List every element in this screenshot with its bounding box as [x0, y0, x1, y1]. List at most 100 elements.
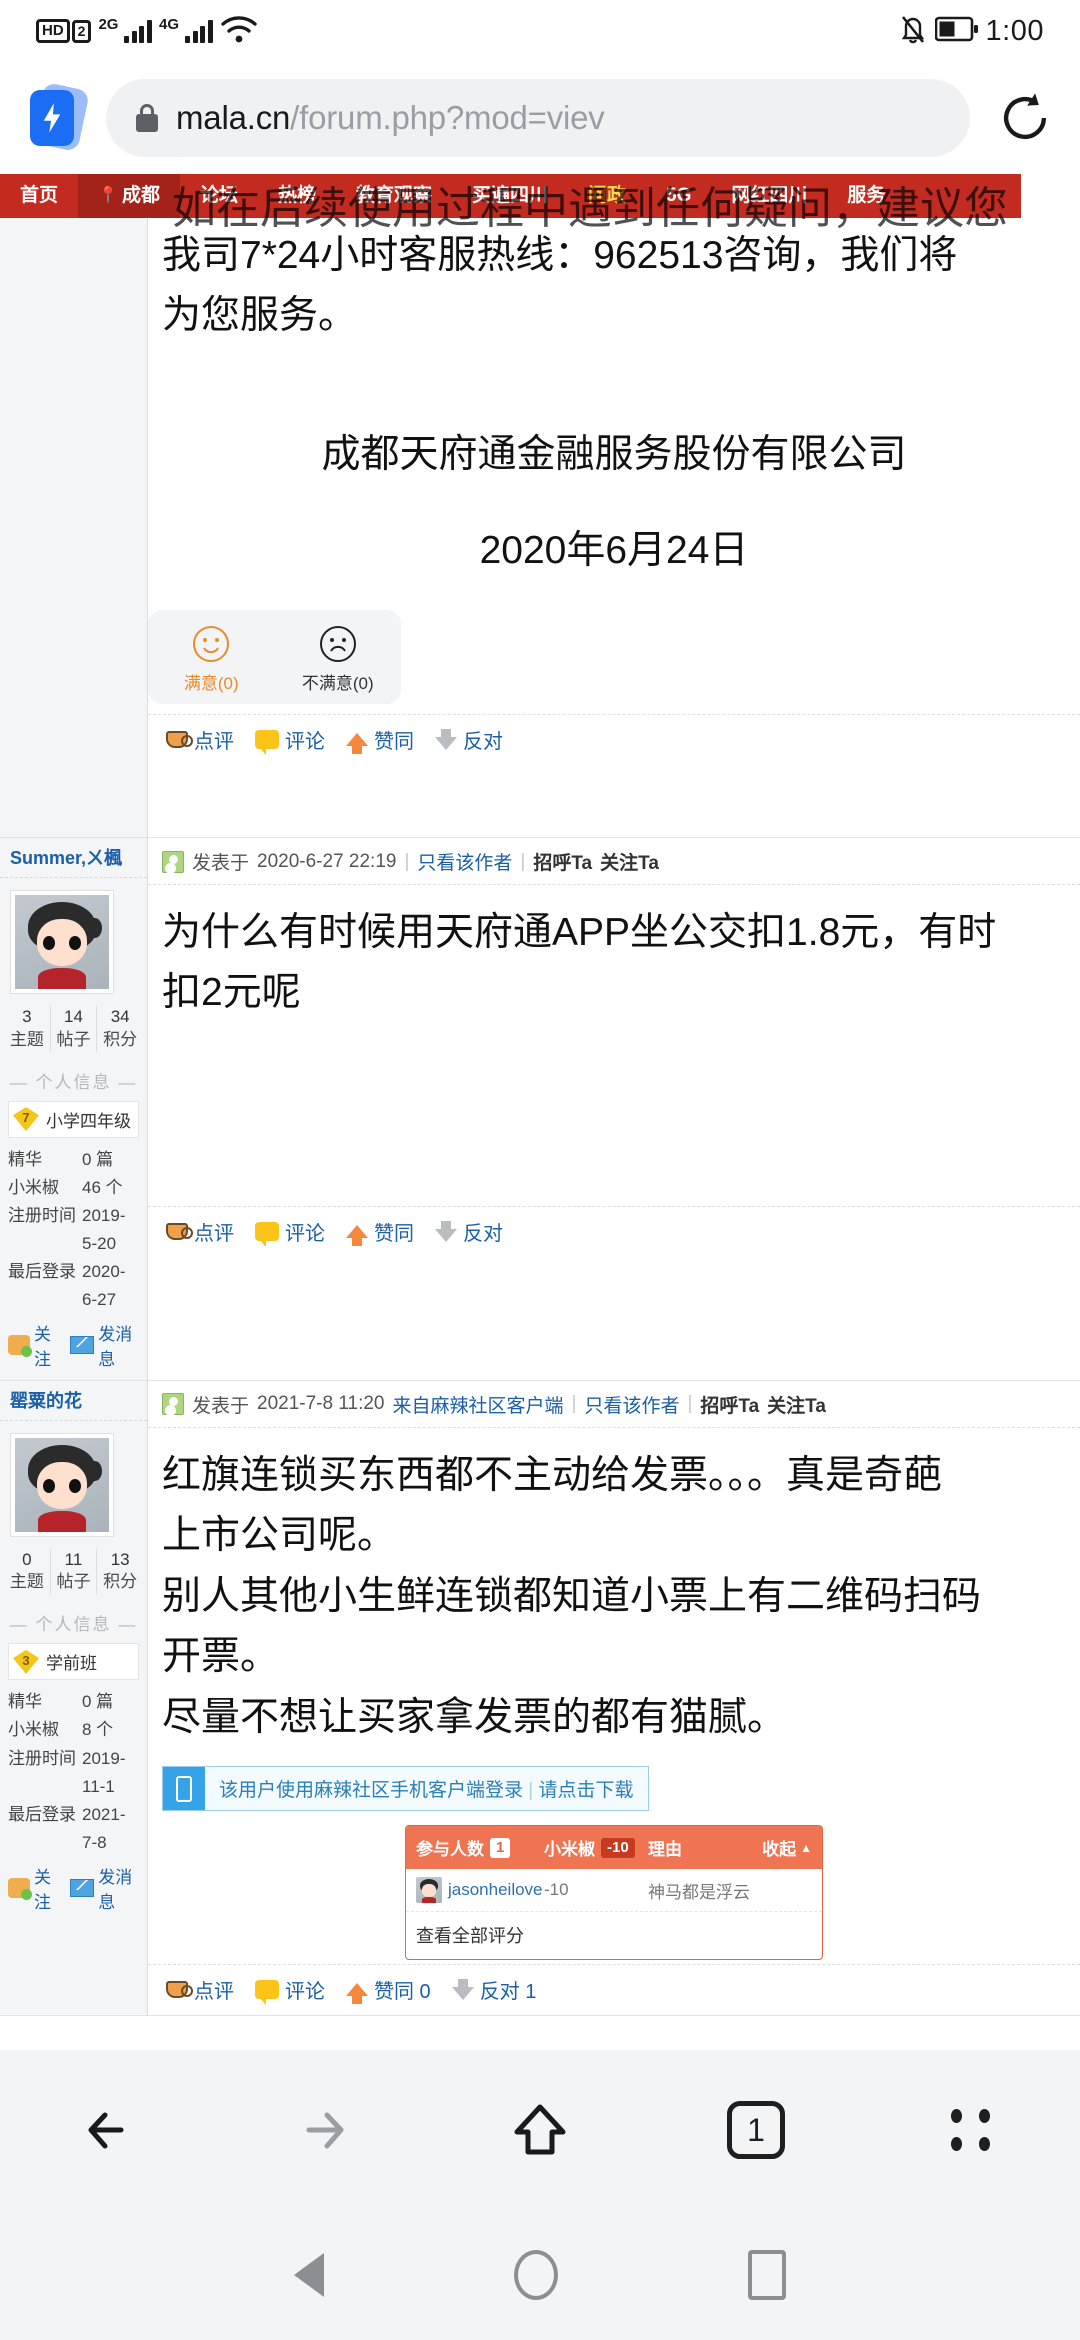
separator: |: [571, 1393, 577, 1415]
post-line: 开票。: [162, 1635, 280, 1679]
site-nav-item-influencer[interactable]: 网红四川: [711, 174, 827, 218]
site-nav-item-service[interactable]: 服务: [827, 174, 905, 218]
home-button[interactable]: [432, 2094, 648, 2166]
follow-link[interactable]: 关注Ta: [767, 1391, 826, 1418]
agree-label: 赞同: [374, 730, 414, 753]
post-author-name[interactable]: Summer,ㄨ楓: [0, 838, 147, 878]
review-action[interactable]: 点评: [166, 1217, 234, 1246]
oppose-action[interactable]: 反对 1: [451, 1975, 536, 2004]
info-row: 最后登录 2020-6-27: [8, 1261, 126, 1309]
mail-icon: [70, 1878, 95, 1897]
more-dots-icon: [951, 2109, 993, 2151]
thumbs-down-arrow-icon: [451, 1979, 474, 2001]
hd-label: HD: [36, 19, 70, 43]
thumbs-up-arrow-icon: [346, 732, 368, 754]
comment-action[interactable]: 评论: [255, 1217, 325, 1247]
greet-link[interactable]: 招呼Ta: [533, 848, 592, 875]
rating-table[interactable]: 参与人数 1 小米椒 -10 理由 收起 ▲ jasonheilove -10 神马都…: [405, 1825, 823, 1961]
site-nav-item-city[interactable]: 📍 成都: [78, 174, 180, 218]
android-navigation-bar[interactable]: [0, 2210, 1080, 2340]
follow-button[interactable]: 关注: [8, 1863, 60, 1913]
client-login-banner[interactable]: 该用户使用麻辣社区手机客户端登录 | 请点击下载: [162, 1766, 649, 1812]
forward-button[interactable]: [216, 2097, 432, 2163]
android-home-button[interactable]: [514, 2250, 558, 2300]
points-total: -10: [601, 1837, 635, 1858]
post-action-row[interactable]: 点评 评论 赞同 反对: [148, 1205, 1080, 1257]
stat-posts: 14 帖子: [51, 1005, 98, 1052]
site-nav-item-hot[interactable]: 热榜: [258, 174, 336, 218]
square-recents-icon: [748, 2250, 786, 2300]
stat-points: 34 积分: [103, 1006, 138, 1049]
user-avatar[interactable]: [10, 1432, 114, 1537]
review-action[interactable]: 点评: [166, 725, 234, 754]
stat-threads: 3 主题: [4, 1005, 51, 1052]
oppose-action[interactable]: 反对: [435, 725, 503, 754]
rating-table-wrap: 参与人数 1 小米椒 -10 理由 收起 ▲ jasonheilove -10 神马都…: [148, 1811, 1080, 1964]
follow-button[interactable]: 关注: [8, 1320, 60, 1370]
satisfaction-widget[interactable]: 满意(0) 不满意(0): [148, 609, 402, 704]
arrow-left-icon: [75, 2097, 141, 2163]
post-action-row[interactable]: 点评 评论 赞同 0 反对 1: [148, 1964, 1080, 2015]
url-input[interactable]: mala.cn/forum.php?mod=viev: [106, 79, 970, 157]
back-button[interactable]: [0, 2097, 216, 2163]
dissatisfied-button[interactable]: 不满意(0): [275, 624, 402, 694]
sidebar-actions[interactable]: 关注 发消息: [0, 1857, 147, 1915]
info-row: 小米椒 46 个: [8, 1177, 123, 1197]
review-action[interactable]: 点评: [166, 1975, 234, 2004]
comment-action[interactable]: 评论: [255, 1975, 325, 2006]
follow-user-icon: [8, 1877, 32, 1900]
android-recents-button[interactable]: [748, 2250, 786, 2300]
message-button[interactable]: 发消息: [70, 1863, 139, 1913]
rank-name: 学前班: [46, 1654, 97, 1674]
collapse-button[interactable]: 收起 ▲: [762, 1835, 812, 1860]
oppose-label: 反对: [463, 1222, 503, 1245]
site-nav-item-education[interactable]: 教育观察: [336, 174, 452, 218]
sidebar-actions[interactable]: 关注 发消息: [0, 1314, 147, 1372]
site-nav-item-shopping[interactable]: 买遍四川: [452, 174, 568, 218]
only-author-link[interactable]: 只看该作者: [417, 848, 512, 875]
dissatisfied-label: 不满意(0): [301, 673, 374, 693]
satisfied-button[interactable]: 满意(0): [148, 624, 275, 694]
reload-icon[interactable]: [994, 87, 1056, 149]
post-line: 为您服务。: [162, 294, 358, 338]
browser-toolbar[interactable]: 1: [0, 2050, 1080, 2210]
user-avatar[interactable]: [10, 889, 114, 994]
android-back-button[interactable]: [294, 2253, 324, 2297]
post-action-row[interactable]: 点评 评论 赞同 反对: [148, 713, 1080, 765]
web-page-viewport[interactable]: 首页 📍 成都 论坛 热榜 教育观察 买遍四川 问政 5G 网红四川 服务 如在后…: [0, 174, 1080, 2162]
site-nav-item-home[interactable]: 首页: [0, 174, 78, 218]
points-col: 小米椒 -10: [544, 1835, 648, 1860]
site-nav-item-forum[interactable]: 论坛: [180, 174, 258, 218]
greet-link[interactable]: 招呼Ta: [700, 1391, 759, 1418]
bell-muted-icon: [898, 13, 928, 50]
status-left: HD 2 2G 4G: [36, 14, 258, 49]
follow-link[interactable]: 关注Ta: [600, 848, 659, 875]
oppose-action[interactable]: 反对: [435, 1217, 503, 1246]
site-nav-item-5g[interactable]: 5G: [646, 174, 711, 218]
menu-button[interactable]: [864, 2109, 1080, 2151]
info-row: 注册时间 2019-5-20: [8, 1205, 126, 1253]
avatar-container[interactable]: [0, 878, 147, 1000]
post-sidebar: Summer,ㄨ楓 3 主题 14 帖子 34 积分 — 个人信息 — 7 小学…: [0, 838, 148, 1380]
review-label: 点评: [194, 1981, 234, 2004]
post-author-name[interactable]: 罂粟的花: [0, 1381, 147, 1421]
site-nav-bar[interactable]: 首页 📍 成都 论坛 热榜 教育观察 买遍四川 问政 5G 网红四川 服务: [0, 174, 1021, 218]
signal-4g-icon: 4G: [159, 17, 213, 43]
view-all-ratings-link[interactable]: 查看全部评分: [406, 1912, 822, 1959]
tabs-button[interactable]: 1: [648, 2101, 864, 2159]
post-source[interactable]: 来自麻辣社区客户端: [393, 1391, 564, 1418]
post-main: 发表于 2021-7-8 11:20 来自麻辣社区客户端 | 只看该作者 | 招…: [148, 1381, 1080, 2015]
only-author-link[interactable]: 只看该作者: [584, 1391, 679, 1418]
message-button[interactable]: 发消息: [70, 1320, 139, 1370]
avatar-container[interactable]: [0, 1421, 147, 1543]
agree-action[interactable]: 赞同: [346, 725, 414, 754]
agree-action[interactable]: 赞同 0: [346, 1975, 431, 2005]
agree-action[interactable]: 赞同: [346, 1217, 414, 1246]
lightning-badge-icon[interactable]: [24, 81, 92, 153]
site-nav-item-politics[interactable]: 问政: [568, 174, 646, 218]
rating-row: jasonheilove -10 神马都是浮云: [406, 1869, 822, 1913]
lock-icon: [136, 104, 158, 132]
posted-time: 2021-7-8 11:20: [257, 1393, 385, 1415]
thumbs-down-arrow-icon: [435, 728, 457, 750]
comment-action[interactable]: 评论: [255, 725, 325, 755]
